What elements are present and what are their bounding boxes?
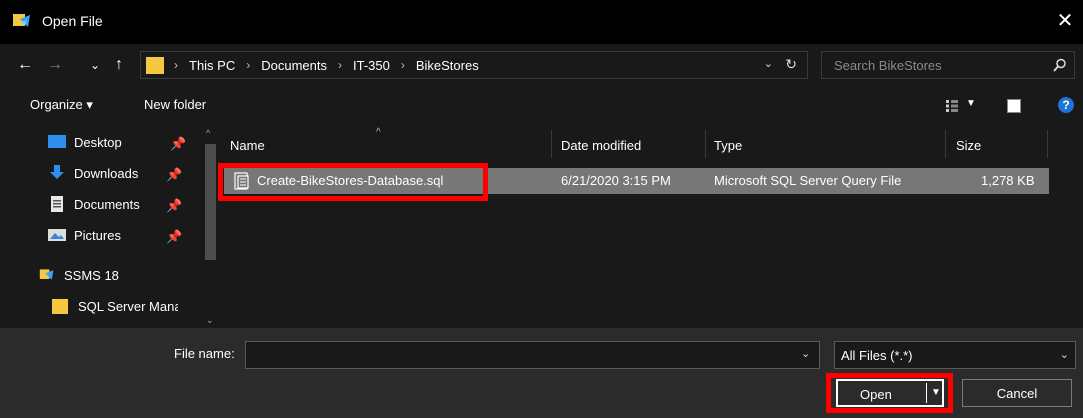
cancel-button[interactable]: Cancel: [962, 379, 1072, 407]
breadcrumb-separator[interactable]: ›: [246, 58, 250, 72]
open-options-dropdown-icon[interactable]: ▼: [931, 387, 941, 398]
sidebar-item-label: Downloads: [74, 165, 139, 181]
help-icon[interactable]: ?: [1058, 97, 1074, 113]
table-row[interactable]: Create-BikeStores-Database.sql 6/21/2020…: [224, 168, 1049, 194]
breadcrumb-separator[interactable]: ›: [401, 58, 405, 72]
breadcrumb-documents[interactable]: Documents: [261, 58, 327, 73]
sidebar-item-sql-server-management[interactable]: SQL Server Mana: [52, 296, 178, 316]
breadcrumb-this-pc[interactable]: This PC: [189, 58, 235, 73]
pin-icon: 📌: [166, 167, 183, 182]
downloads-icon: [50, 165, 64, 179]
search-icon[interactable]: [1053, 58, 1067, 72]
sidebar-item-ssms-18[interactable]: SSMS 18: [38, 265, 119, 285]
address-dropdown-icon[interactable]: ⌄: [764, 57, 773, 70]
sidebar-scrollbar[interactable]: ^ ⌄: [203, 126, 218, 328]
close-button[interactable]: ✕: [1053, 8, 1077, 33]
view-options-icon[interactable]: [946, 100, 958, 112]
scrollbar-thumb[interactable]: [205, 144, 216, 260]
sidebar-item-label: Documents: [74, 196, 140, 212]
preview-pane-icon[interactable]: [1007, 99, 1021, 113]
sort-ascending-icon: ^: [376, 127, 381, 138]
sidebar-item-desktop[interactable]: Desktop: [48, 132, 122, 152]
file-name-input[interactable]: [245, 341, 820, 369]
column-header-type[interactable]: Type: [714, 138, 742, 153]
breadcrumb-separator: ›: [174, 58, 178, 72]
file-list: ^ Name Date modified Type Size Create-Bi…: [218, 126, 1083, 328]
breadcrumb-separator[interactable]: ›: [338, 58, 342, 72]
pin-icon: 📌: [166, 198, 183, 213]
search-placeholder: Search BikeStores: [834, 58, 942, 73]
new-folder-button[interactable]: New folder: [144, 97, 206, 112]
window-title: Open File: [42, 13, 103, 29]
sidebar-item-label: Pictures: [74, 227, 121, 243]
folder-icon: [52, 299, 68, 314]
documents-icon: [51, 196, 63, 212]
dialog-footer: File name: ⌄ All Files (*.*) ⌄ Open ▼ Ca…: [0, 328, 1083, 418]
column-divider[interactable]: [551, 130, 552, 158]
sidebar-item-pictures[interactable]: Pictures: [48, 225, 121, 245]
sidebar-item-downloads[interactable]: Downloads: [48, 163, 138, 183]
view-dropdown-icon[interactable]: ▼: [966, 98, 976, 109]
breadcrumb-bikestores[interactable]: BikeStores: [416, 58, 479, 73]
file-type-filter[interactable]: All Files (*.*) ⌄: [834, 341, 1076, 369]
search-box[interactable]: Search BikeStores: [821, 51, 1075, 79]
sidebar-item-label: SQL Server Mana: [78, 298, 178, 314]
pictures-icon: [48, 229, 66, 241]
file-name: Create-BikeStores-Database.sql: [257, 173, 444, 188]
open-button-label: Open: [860, 387, 892, 402]
recent-locations-button[interactable]: ⌄: [84, 54, 106, 76]
scroll-up-icon[interactable]: ^: [206, 128, 210, 138]
navigation-pane: Desktop 📌 Downloads 📌 Documents 📌 Pictur…: [0, 126, 218, 328]
sidebar-item-label: Desktop: [74, 134, 122, 150]
folder-icon: [146, 57, 164, 74]
sql-file-icon: [234, 172, 249, 190]
scroll-down-icon[interactable]: ⌄: [206, 315, 214, 326]
forward-button[interactable]: →: [44, 54, 66, 76]
file-date-modified: 6/21/2020 3:15 PM: [561, 173, 671, 188]
file-type-filter-value: All Files (*.*): [841, 348, 913, 363]
ssms-icon: [39, 269, 54, 280]
command-toolbar: Organize ▾ New folder ▼ ?: [0, 86, 1083, 126]
title-bar: Open File ✕: [0, 0, 1083, 44]
up-button[interactable]: ↑: [108, 54, 130, 76]
column-header-name[interactable]: Name: [230, 138, 265, 153]
file-size: 1,278 KB: [981, 173, 1035, 188]
column-header-size[interactable]: Size: [956, 138, 981, 153]
column-divider[interactable]: [945, 130, 946, 158]
ssms-app-icon: [13, 14, 30, 27]
desktop-icon: [48, 135, 66, 148]
address-bar[interactable]: › This PC › Documents › IT-350 › BikeSto…: [140, 51, 808, 79]
column-header-date-modified[interactable]: Date modified: [561, 138, 641, 153]
organize-button[interactable]: Organize ▾: [30, 97, 93, 113]
column-divider[interactable]: [1047, 130, 1048, 158]
sidebar-item-documents[interactable]: Documents: [48, 194, 140, 214]
refresh-icon[interactable]: ↻: [785, 56, 797, 73]
cancel-button-label: Cancel: [996, 386, 1038, 401]
split-divider: [926, 383, 927, 403]
pin-icon: 📌: [170, 136, 187, 151]
sidebar-item-label: SSMS 18: [64, 267, 119, 283]
filter-dropdown-icon[interactable]: ⌄: [1060, 348, 1069, 361]
pin-icon: 📌: [166, 229, 183, 244]
file-name-dropdown-icon[interactable]: ⌄: [801, 347, 810, 360]
file-name-label: File name:: [174, 346, 235, 361]
back-button[interactable]: ←: [14, 54, 36, 76]
file-type: Microsoft SQL Server Query File: [714, 173, 902, 188]
navigation-bar: ← → ⌄ ↑ › This PC › Documents › IT-350 ›…: [0, 44, 1083, 86]
column-divider[interactable]: [705, 130, 706, 158]
breadcrumb-it-350[interactable]: IT-350: [353, 58, 390, 73]
open-button[interactable]: Open ▼: [836, 379, 944, 407]
